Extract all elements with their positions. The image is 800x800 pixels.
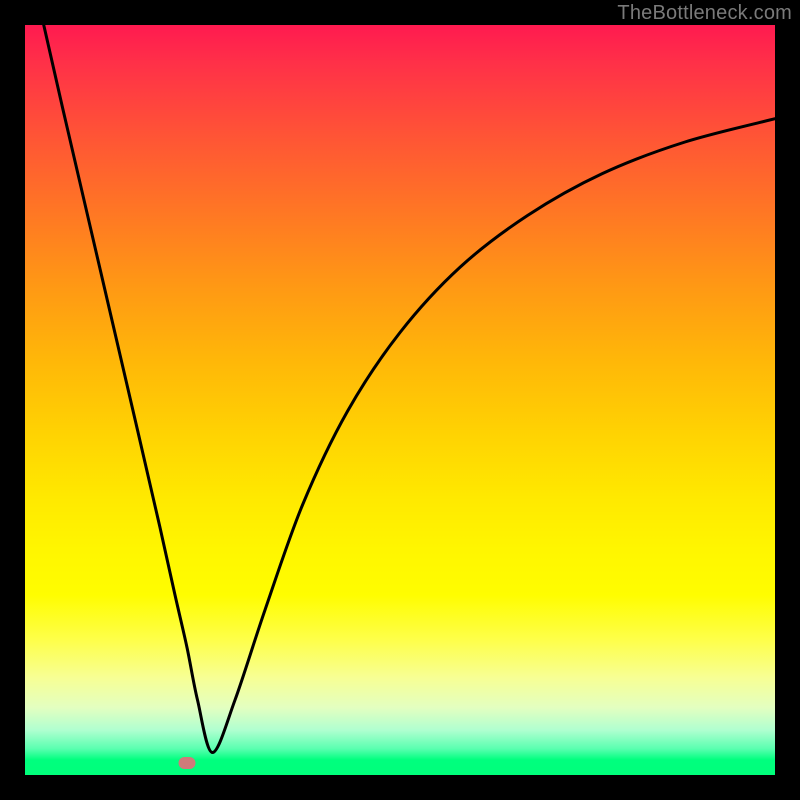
minimum-marker [179, 757, 196, 769]
chart-container: TheBottleneck.com [0, 0, 800, 800]
bottleneck-curve [44, 25, 775, 753]
watermark-text: TheBottleneck.com [617, 2, 792, 25]
plot-area [25, 25, 775, 775]
curve-svg [25, 25, 775, 775]
